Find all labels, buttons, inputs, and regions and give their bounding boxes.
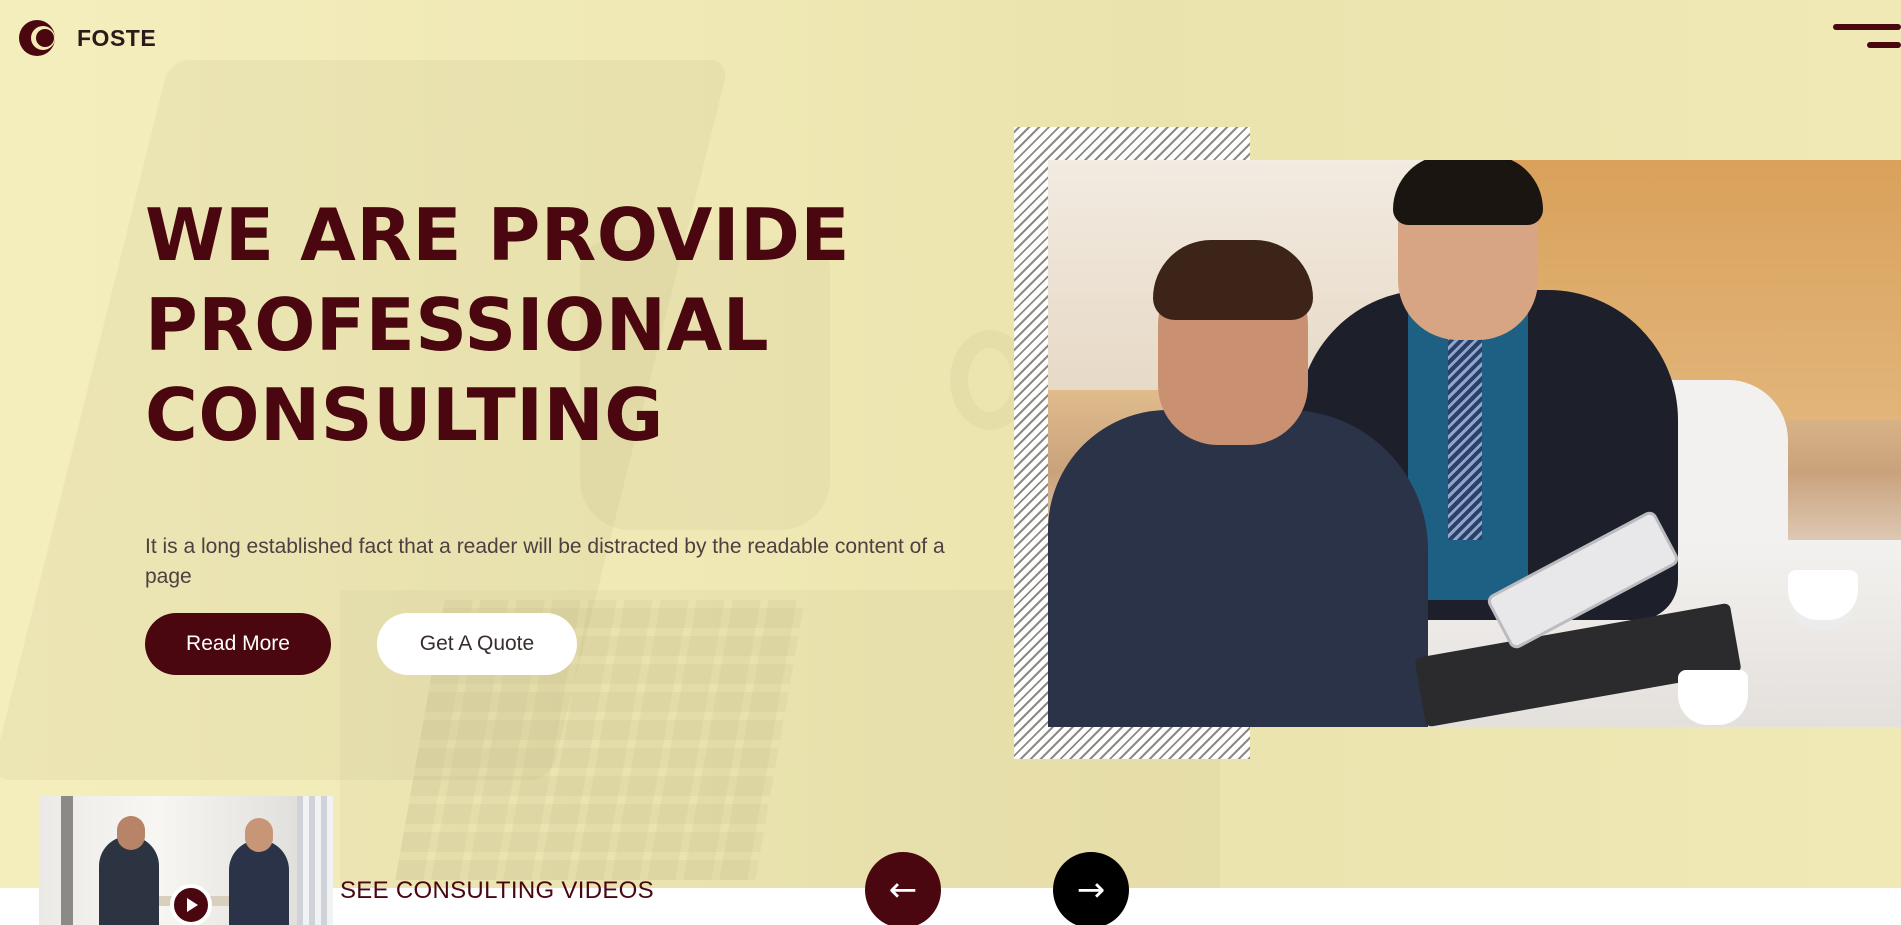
- hero-title-line-3: CONSULTING: [145, 373, 664, 457]
- site-logo[interactable]: FOSTE: [19, 20, 156, 56]
- hero-title-line-1: WE ARE PROVIDE: [145, 193, 851, 277]
- next-slide-button[interactable]: →: [1053, 852, 1129, 925]
- prev-slide-button[interactable]: ←: [865, 852, 941, 925]
- see-consulting-videos-link[interactable]: SEE CONSULTING VIDEOS: [340, 877, 654, 905]
- arrow-left-icon: ←: [888, 870, 918, 910]
- menu-icon[interactable]: [1833, 24, 1901, 52]
- hero-title-line-2: PROFESSIONAL: [145, 283, 770, 367]
- brand-name: FOSTE: [77, 24, 157, 51]
- play-icon[interactable]: [170, 884, 212, 925]
- hero-description: It is a long established fact that a rea…: [145, 535, 945, 588]
- arrow-right-icon: →: [1076, 870, 1106, 910]
- get-a-quote-button[interactable]: Get A Quote: [377, 613, 577, 675]
- hero-title: WE ARE PROVIDE PROFESSIONAL CONSULTING: [145, 190, 945, 460]
- read-more-button[interactable]: Read More: [145, 613, 331, 675]
- hero-photo-consultants: [1048, 160, 1901, 727]
- logo-rings-icon: [19, 20, 65, 56]
